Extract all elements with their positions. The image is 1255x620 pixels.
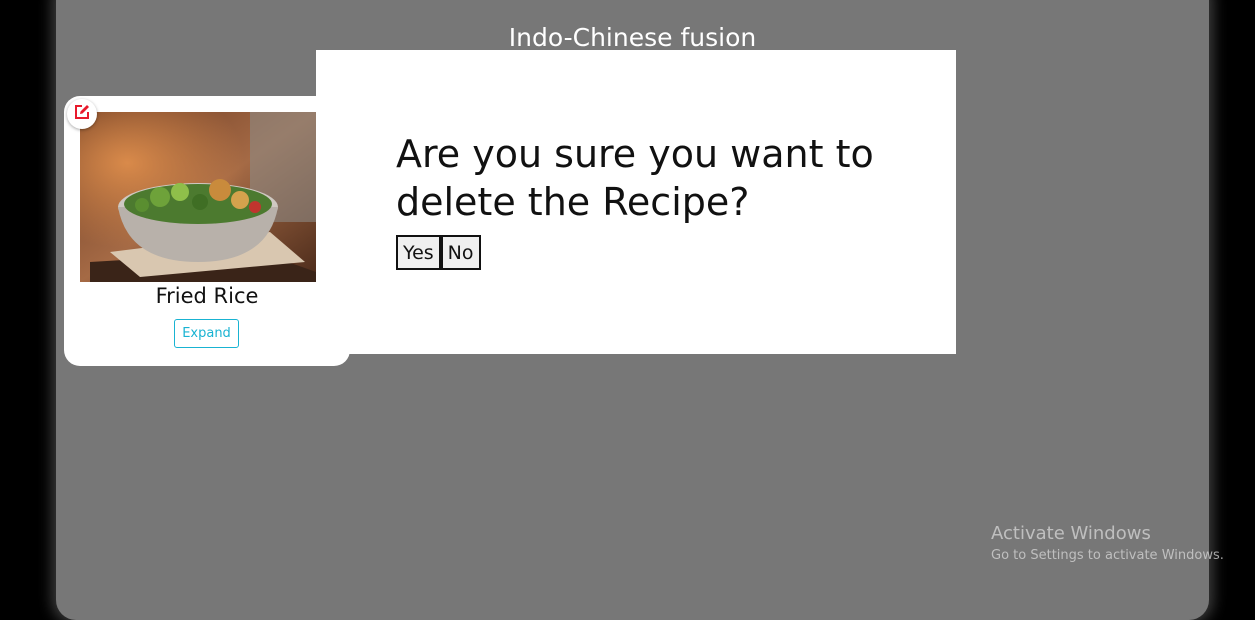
expand-button[interactable]: Expand bbox=[174, 319, 239, 348]
modal-question: Are you sure you want to delete the Reci… bbox=[396, 132, 874, 224]
activate-windows-watermark: Activate Windows Go to Settings to activ… bbox=[991, 522, 1224, 566]
modal-actions: Yes No bbox=[396, 235, 481, 270]
yes-button[interactable]: Yes bbox=[396, 235, 441, 270]
delete-confirmation-modal: Are you sure you want to delete the Reci… bbox=[316, 50, 956, 354]
recipe-card: Fried Rice Expand bbox=[64, 96, 350, 366]
recipe-title: Fried Rice bbox=[155, 284, 259, 308]
edit-icon bbox=[73, 103, 91, 125]
watermark-subtitle: Go to Settings to activate Windows. bbox=[991, 548, 1224, 563]
recipe-image bbox=[80, 112, 316, 282]
watermark-title: Activate Windows bbox=[991, 523, 1151, 544]
edit-recipe-button[interactable] bbox=[67, 99, 97, 129]
no-button[interactable]: No bbox=[440, 235, 481, 270]
